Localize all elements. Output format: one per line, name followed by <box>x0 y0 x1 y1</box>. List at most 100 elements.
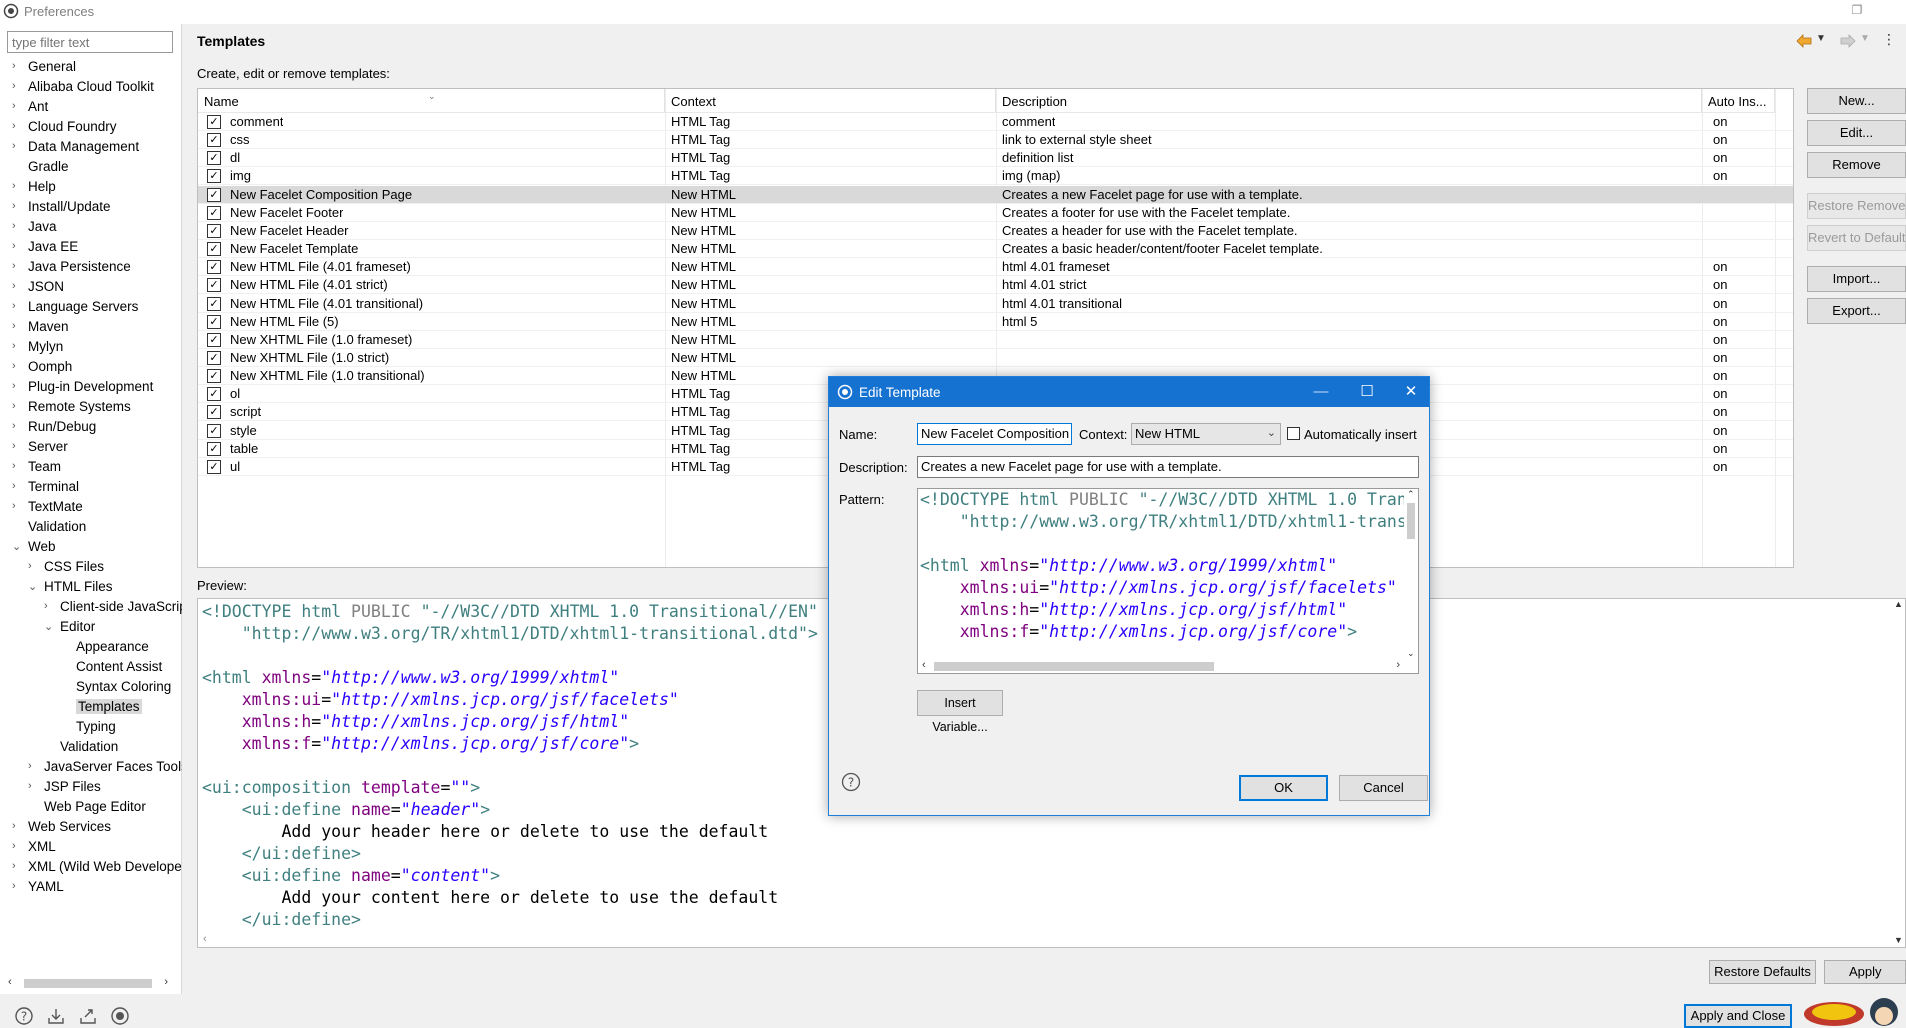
table-row[interactable]: ✓ New Facelet Header New HTML Creates a hea… <box>198 222 1793 240</box>
tree-item[interactable]: › Web Services <box>0 818 182 838</box>
tree-item[interactable]: Typing <box>0 718 182 738</box>
table-row[interactable]: ✓ New HTML File (5) New HTML html 5 on <box>198 313 1793 331</box>
filter-input[interactable] <box>7 31 173 53</box>
enabled-checkbox[interactable]: ✓ <box>207 260 221 275</box>
enabled-checkbox[interactable]: ✓ <box>207 405 221 420</box>
ok-button[interactable]: OK <box>1239 775 1328 801</box>
column-header-auto-insert[interactable]: Auto Ins... <box>1702 89 1775 113</box>
view-menu-icon[interactable]: ⋮ <box>1882 31 1896 48</box>
maximize-icon[interactable]: ☐ <box>1357 382 1377 402</box>
scroll-right-icon[interactable]: › <box>164 976 168 988</box>
table-row[interactable]: ✓ comment HTML Tag comment on <box>198 113 1793 131</box>
close-icon[interactable]: ✕ <box>1401 382 1421 402</box>
column-header-name[interactable]: Name ⌄ <box>198 89 665 113</box>
tree-item[interactable]: › Plug-in Development <box>0 378 182 398</box>
scroll-left-icon[interactable]: ‹ <box>922 659 926 671</box>
preview-horizontal-scrollbar[interactable]: ‹ <box>198 933 1890 947</box>
cancel-button[interactable]: Cancel <box>1339 775 1428 801</box>
tree-item[interactable]: › Java EE <box>0 238 182 258</box>
enabled-checkbox[interactable]: ✓ <box>207 151 221 166</box>
tree-item[interactable]: › Oomph <box>0 358 182 378</box>
chevron-right-icon[interactable]: › <box>12 500 24 512</box>
tree-item[interactable]: Validation <box>0 738 182 758</box>
tree-item[interactable]: ⌄ HTML Files <box>0 578 182 598</box>
table-row[interactable]: ✓ img HTML Tag img (map) on <box>198 167 1793 186</box>
scroll-thumb[interactable] <box>934 662 1214 671</box>
export-icon[interactable] <box>78 1006 98 1026</box>
scroll-down-icon[interactable]: ⌄ <box>1407 648 1415 659</box>
chevron-right-icon[interactable]: › <box>12 180 24 192</box>
import-templates-button[interactable]: Import... <box>1807 266 1906 292</box>
tree-item[interactable]: › Data Management <box>0 138 182 158</box>
help-icon[interactable]: ? <box>14 1006 34 1026</box>
enabled-checkbox[interactable]: ✓ <box>207 133 221 148</box>
scroll-up-icon[interactable]: ▲ <box>1894 599 1903 609</box>
scroll-up-icon[interactable]: ⌃ <box>1407 489 1415 500</box>
record-icon[interactable] <box>110 1006 130 1026</box>
tree-item[interactable]: Gradle <box>0 158 182 178</box>
minimize-icon[interactable]: — <box>1311 382 1331 402</box>
apply-button[interactable]: Apply <box>1824 960 1906 984</box>
chevron-right-icon[interactable]: › <box>12 340 24 352</box>
enabled-checkbox[interactable]: ✓ <box>207 441 221 456</box>
enabled-checkbox[interactable]: ✓ <box>207 205 221 220</box>
tree-item[interactable]: › Alibaba Cloud Toolkit <box>0 78 182 98</box>
tree-item[interactable]: › Client-side JavaScript <box>0 598 182 618</box>
chevron-right-icon[interactable]: › <box>12 860 24 872</box>
enabled-checkbox[interactable]: ✓ <box>207 369 221 384</box>
tree-item[interactable]: › Cloud Foundry <box>0 118 182 138</box>
chevron-down-icon[interactable]: ⌄ <box>44 620 56 633</box>
tree-item[interactable]: ⌄ Editor <box>0 618 182 638</box>
forward-menu-icon[interactable]: ▼ <box>1860 33 1870 44</box>
table-row[interactable]: ✓ css HTML Tag link to external style sheet… <box>198 131 1793 150</box>
column-header-context[interactable]: Context <box>665 89 996 113</box>
pattern-horizontal-scrollbar[interactable]: ‹ › <box>918 659 1404 673</box>
table-row[interactable]: ✓ New HTML File (4.01 frameset) New HTML ht… <box>198 258 1793 277</box>
tree-item[interactable]: › Remote Systems <box>0 398 182 418</box>
tree-item[interactable]: › Team <box>0 458 182 478</box>
chevron-right-icon[interactable]: › <box>28 560 40 572</box>
tree-item[interactable]: › JSP Files <box>0 778 182 798</box>
preview-vertical-scrollbar[interactable]: ▲ ▼ <box>1891 599 1905 947</box>
chevron-right-icon[interactable]: › <box>12 440 24 452</box>
tree-item[interactable]: › Java <box>0 218 182 238</box>
scroll-down-icon[interactable]: ▼ <box>1894 935 1903 945</box>
auto-insert-checkbox[interactable] <box>1287 427 1300 440</box>
tree-item[interactable]: › Help <box>0 178 182 198</box>
chevron-right-icon[interactable]: › <box>12 100 24 112</box>
restore-defaults-button[interactable]: Restore Defaults <box>1709 960 1816 984</box>
chevron-right-icon[interactable]: › <box>12 360 24 372</box>
tree-item[interactable]: › Server <box>0 438 182 458</box>
tree-item[interactable]: Templates <box>0 698 182 718</box>
tree-item[interactable]: › TextMate <box>0 498 182 518</box>
tree-item[interactable]: › XML (Wild Web Developer) <box>0 858 182 878</box>
tree-item[interactable]: Validation <box>0 518 182 538</box>
enabled-checkbox[interactable]: ✓ <box>207 169 221 184</box>
tree-item[interactable]: › YAML <box>0 878 182 898</box>
forward-arrow-icon[interactable] <box>1840 34 1856 48</box>
scroll-left-icon[interactable]: ‹ <box>203 933 207 945</box>
edit-template-button[interactable]: Edit... <box>1807 120 1906 146</box>
chevron-right-icon[interactable]: › <box>12 80 24 92</box>
chevron-right-icon[interactable]: › <box>12 840 24 852</box>
apply-and-close-button[interactable]: Apply and Close <box>1684 1004 1792 1028</box>
restore-removed-button[interactable]: Restore Removed <box>1807 193 1906 219</box>
enabled-checkbox[interactable]: ✓ <box>207 296 221 311</box>
enabled-checkbox[interactable]: ✓ <box>207 187 221 202</box>
column-header-description[interactable]: Description <box>996 89 1702 113</box>
tree-item[interactable]: › Install/Update <box>0 198 182 218</box>
scroll-right-icon[interactable]: › <box>1396 659 1400 671</box>
chevron-right-icon[interactable]: › <box>12 240 24 252</box>
chevron-right-icon[interactable]: › <box>12 880 24 892</box>
table-row[interactable]: ✓ New XHTML File (1.0 strict) New HTML on <box>198 349 1793 367</box>
chevron-right-icon[interactable]: › <box>12 300 24 312</box>
chevron-right-icon[interactable]: › <box>12 200 24 212</box>
chevron-right-icon[interactable]: › <box>12 280 24 292</box>
enabled-checkbox[interactable]: ✓ <box>207 423 221 438</box>
chevron-right-icon[interactable]: › <box>28 760 40 772</box>
chevron-right-icon[interactable]: › <box>12 120 24 132</box>
remove-template-button[interactable]: Remove <box>1807 152 1906 178</box>
chevron-right-icon[interactable]: › <box>12 320 24 332</box>
import-icon[interactable] <box>46 1006 66 1026</box>
scroll-left-icon[interactable]: ‹ <box>8 976 12 988</box>
